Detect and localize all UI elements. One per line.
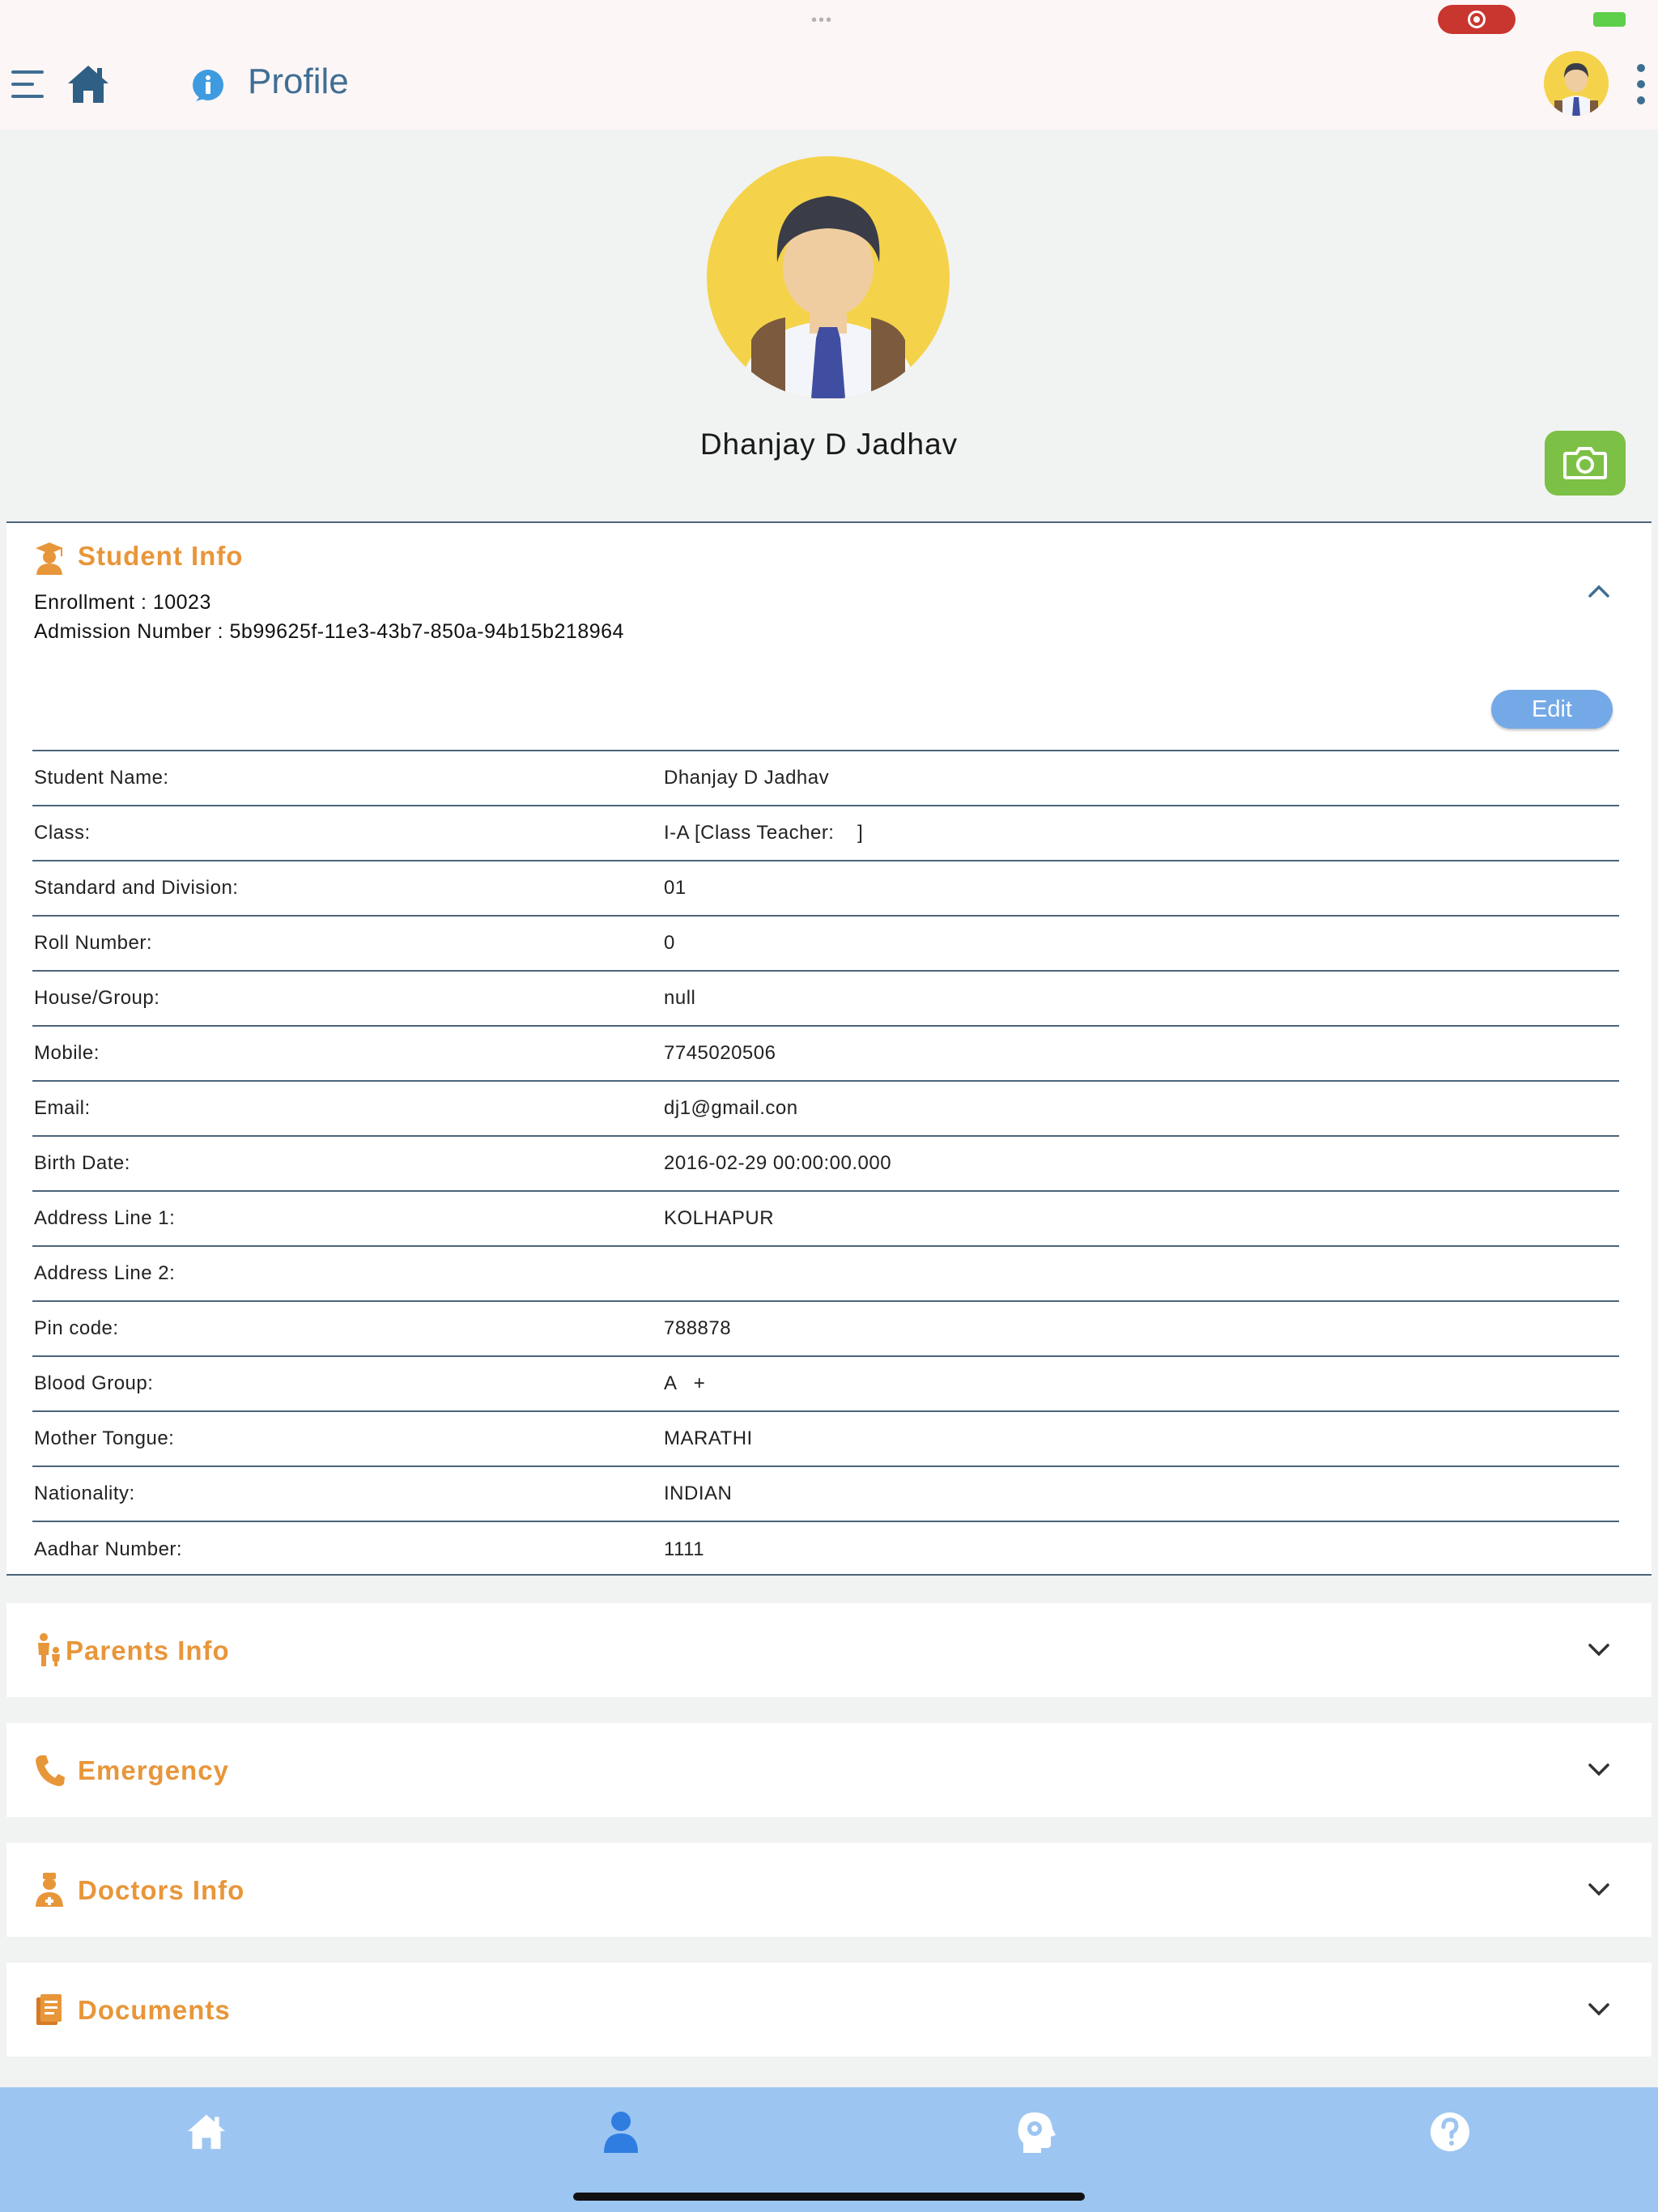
row-label: Address Line 2: (34, 1262, 176, 1284)
table-row: Address Line 2: (32, 1247, 1619, 1302)
info-icon (193, 70, 223, 101)
student-info-title: Student Info (78, 541, 244, 571)
tab-help[interactable] (1422, 2105, 1478, 2159)
row-label: Aadhar Number: (34, 1538, 183, 1560)
status-bar: ••• (0, 0, 1658, 37)
table-row: House/Group: null (32, 972, 1619, 1027)
tab-profile[interactable] (593, 2105, 649, 2159)
change-photo-button[interactable] (1545, 431, 1626, 496)
row-label: Nationality: (34, 1482, 135, 1504)
parents-info-title: Parents Info (66, 1636, 230, 1665)
phone-icon (36, 1755, 65, 1786)
table-row: Mobile: 7745020506 (32, 1027, 1619, 1082)
row-value: dj1@gmail.con (664, 1097, 798, 1119)
page-title: Profile (248, 62, 349, 101)
bottom-tab-bar (0, 2087, 1658, 2212)
row-value: A + (664, 1372, 706, 1394)
chevron-up-icon[interactable] (1587, 583, 1611, 599)
table-row: Standard and Division: 01 (32, 861, 1619, 917)
doctors-info-title: Doctors Info (78, 1875, 245, 1905)
head-gear-icon (1018, 2112, 1056, 2153)
documents-section[interactable]: Documents (6, 1963, 1652, 2057)
emergency-title: Emergency (78, 1755, 229, 1785)
emergency-section[interactable]: Emergency (6, 1723, 1652, 1817)
table-row: Roll Number: 0 (32, 917, 1619, 972)
row-value: 01 (664, 877, 687, 899)
row-label: Class: (34, 822, 91, 844)
row-label: Student Name: (34, 767, 169, 789)
table-row: Email: dj1@gmail.con (32, 1082, 1619, 1137)
chevron-down-icon[interactable] (1587, 1882, 1611, 1898)
chevron-down-icon[interactable] (1587, 1642, 1611, 1658)
row-label: Blood Group: (34, 1372, 154, 1394)
profile-avatar (707, 156, 950, 399)
table-row: Blood Group: A + (32, 1357, 1619, 1412)
parents-info-section[interactable]: Parents Info (6, 1603, 1652, 1697)
home-icon (188, 2114, 225, 2150)
chevron-down-icon[interactable] (1587, 2001, 1611, 2018)
student-info-table: Student Name: Dhanjay D Jadhav Class: I-A … (32, 750, 1619, 1577)
doctors-info-section[interactable]: Doctors Info (6, 1843, 1652, 1937)
row-label: Birth Date: (34, 1152, 130, 1174)
app-header: Profile (0, 37, 1658, 130)
row-label: House/Group: (34, 987, 160, 1009)
chevron-down-icon[interactable] (1587, 1762, 1611, 1778)
record-icon (1468, 11, 1486, 28)
screen-recording-indicator[interactable] (1438, 5, 1516, 34)
person-icon (604, 2112, 638, 2153)
row-label: Roll Number: (34, 932, 153, 954)
battery-icon (1593, 12, 1626, 27)
enrollment-number: Enrollment : 10023 (34, 591, 211, 614)
row-label: Mother Tongue: (34, 1427, 175, 1449)
doctor-icon (36, 1873, 63, 1907)
more-options-icon[interactable] (1634, 63, 1648, 105)
table-row: Mother Tongue: MARATHI (32, 1412, 1619, 1467)
row-value: MARATHI (664, 1427, 753, 1449)
row-label: Pin code: (34, 1317, 119, 1339)
row-label: Address Line 1: (34, 1207, 176, 1229)
row-value: 2016-02-29 00:00:00.000 (664, 1152, 892, 1174)
table-row: Nationality: INDIAN (32, 1467, 1619, 1522)
tab-reports[interactable] (1007, 2105, 1064, 2159)
row-value: 7745020506 (664, 1042, 776, 1064)
documents-title: Documents (78, 1995, 231, 2025)
row-label: Mobile: (34, 1042, 100, 1064)
table-row: Student Name: Dhanjay D Jadhav (32, 751, 1619, 806)
table-row: Birth Date: 2016-02-29 00:00:00.000 (32, 1137, 1619, 1192)
table-row: Address Line 1: KOLHAPUR (32, 1192, 1619, 1247)
row-value: 1111 (664, 1538, 705, 1560)
row-value: null (664, 987, 696, 1009)
tab-home[interactable] (178, 2105, 235, 2159)
row-value: Dhanjay D Jadhav (664, 767, 830, 789)
row-value: 788878 (664, 1317, 732, 1339)
row-value: INDIAN (664, 1482, 733, 1504)
parent-child-icon (38, 1633, 60, 1666)
row-label: Email: (34, 1097, 91, 1119)
graduate-icon (36, 542, 63, 575)
table-row: Aadhar Number: 1111 (32, 1522, 1619, 1577)
edit-button[interactable]: Edit (1491, 690, 1613, 729)
document-icon (36, 1994, 62, 2025)
row-value: 0 (664, 932, 675, 954)
row-value: I-A [Class Teacher: ] (664, 822, 864, 844)
table-row: Class: I-A [Class Teacher: ] (32, 806, 1619, 861)
table-row: Pin code: 788878 (32, 1302, 1619, 1357)
user-avatar[interactable] (1543, 50, 1609, 117)
home-indicator[interactable] (573, 2193, 1085, 2201)
home-icon[interactable] (66, 64, 110, 104)
hamburger-menu-icon[interactable] (11, 68, 45, 100)
admission-number: Admission Number : 5b99625f-11e3-43b7-85… (34, 620, 624, 643)
multitasking-dots[interactable]: ••• (811, 11, 847, 29)
camera-icon (1563, 447, 1607, 479)
question-icon (1431, 2112, 1469, 2151)
row-value: KOLHAPUR (664, 1207, 775, 1229)
row-label: Standard and Division: (34, 877, 239, 899)
profile-name: Dhanjay D Jadhav (699, 428, 959, 461)
student-info-section: Student Info Enrollment : 10023 Admissio… (6, 521, 1652, 1576)
